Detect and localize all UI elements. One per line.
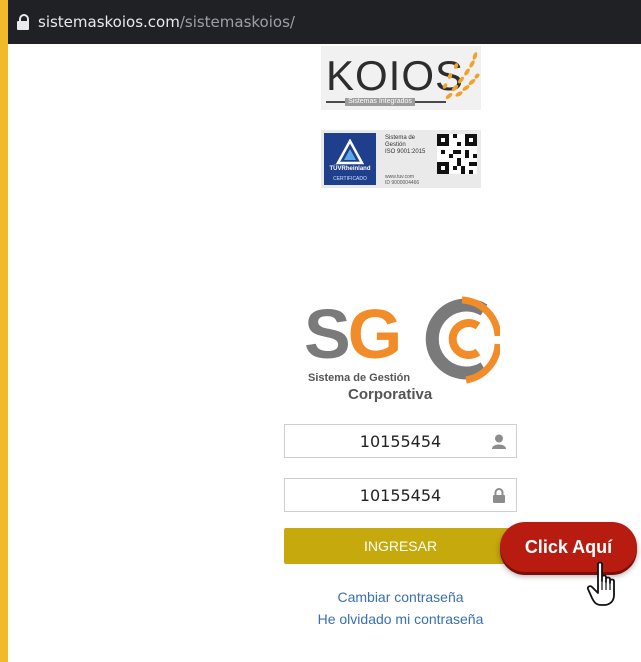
sgc-tagline-2: Corporativa	[348, 386, 433, 403]
lock-icon	[16, 14, 30, 30]
certification-line: Gestión	[385, 142, 406, 148]
sgc-c-mark	[425, 296, 500, 384]
certification-footer: www.tuv.com ID 9000004466	[385, 174, 419, 186]
username-value: 10155454	[359, 432, 442, 451]
koios-subtitle: Sistemas Integrados	[345, 98, 415, 106]
hand-pointer-icon	[586, 561, 615, 606]
triangle-icon	[336, 139, 364, 165]
sgc-letter-g: G	[347, 295, 402, 373]
forgot-password-link[interactable]: He olvidado mi contraseña	[284, 611, 517, 627]
sgc-logo: SG Sistema de Gestión Corporativa	[304, 294, 504, 409]
password-value: 10155454	[359, 486, 442, 505]
wheat-icon	[442, 52, 480, 99]
url-path: /sistemaskoios/	[179, 13, 295, 31]
koios-logo: KOIOS Sistemas Integrados	[321, 46, 481, 110]
sgc-letters: SG	[304, 294, 402, 374]
certification-badge: TÜVRheinland CERTIFICADO Sistema de Gest…	[321, 130, 481, 188]
address-bar[interactable]: sistemaskoios.com /sistemaskoios/	[8, 0, 641, 44]
url-host: sistemaskoios.com	[38, 13, 180, 31]
password-field[interactable]: 10155454	[284, 478, 517, 512]
tuv-certified-label: CERTIFICADO	[333, 176, 367, 182]
sgc-letter-s: S	[304, 295, 351, 373]
user-icon	[492, 434, 506, 449]
certification-line: ISO 9001:2015	[385, 149, 426, 155]
tuv-logo: TÜVRheinland CERTIFICADO	[324, 133, 376, 185]
tuv-brand: TÜVRheinland	[329, 166, 371, 172]
lock-icon	[493, 488, 505, 503]
change-password-link[interactable]: Cambiar contraseña	[284, 589, 517, 605]
sgc-tagline-1: Sistema de Gestión	[308, 372, 411, 384]
qr-code-icon	[437, 134, 477, 174]
login-button[interactable]: INGRESAR	[284, 528, 517, 564]
certification-line: Sistema de	[385, 135, 416, 141]
username-field[interactable]: 10155454	[284, 424, 517, 458]
certification-text: Sistema de Gestión ISO 9001:2015	[385, 135, 445, 156]
browser-window: sistemaskoios.com /sistemaskoios/ KOIOS …	[8, 0, 641, 662]
certification-footer-line: ID 9000004466	[385, 180, 420, 186]
